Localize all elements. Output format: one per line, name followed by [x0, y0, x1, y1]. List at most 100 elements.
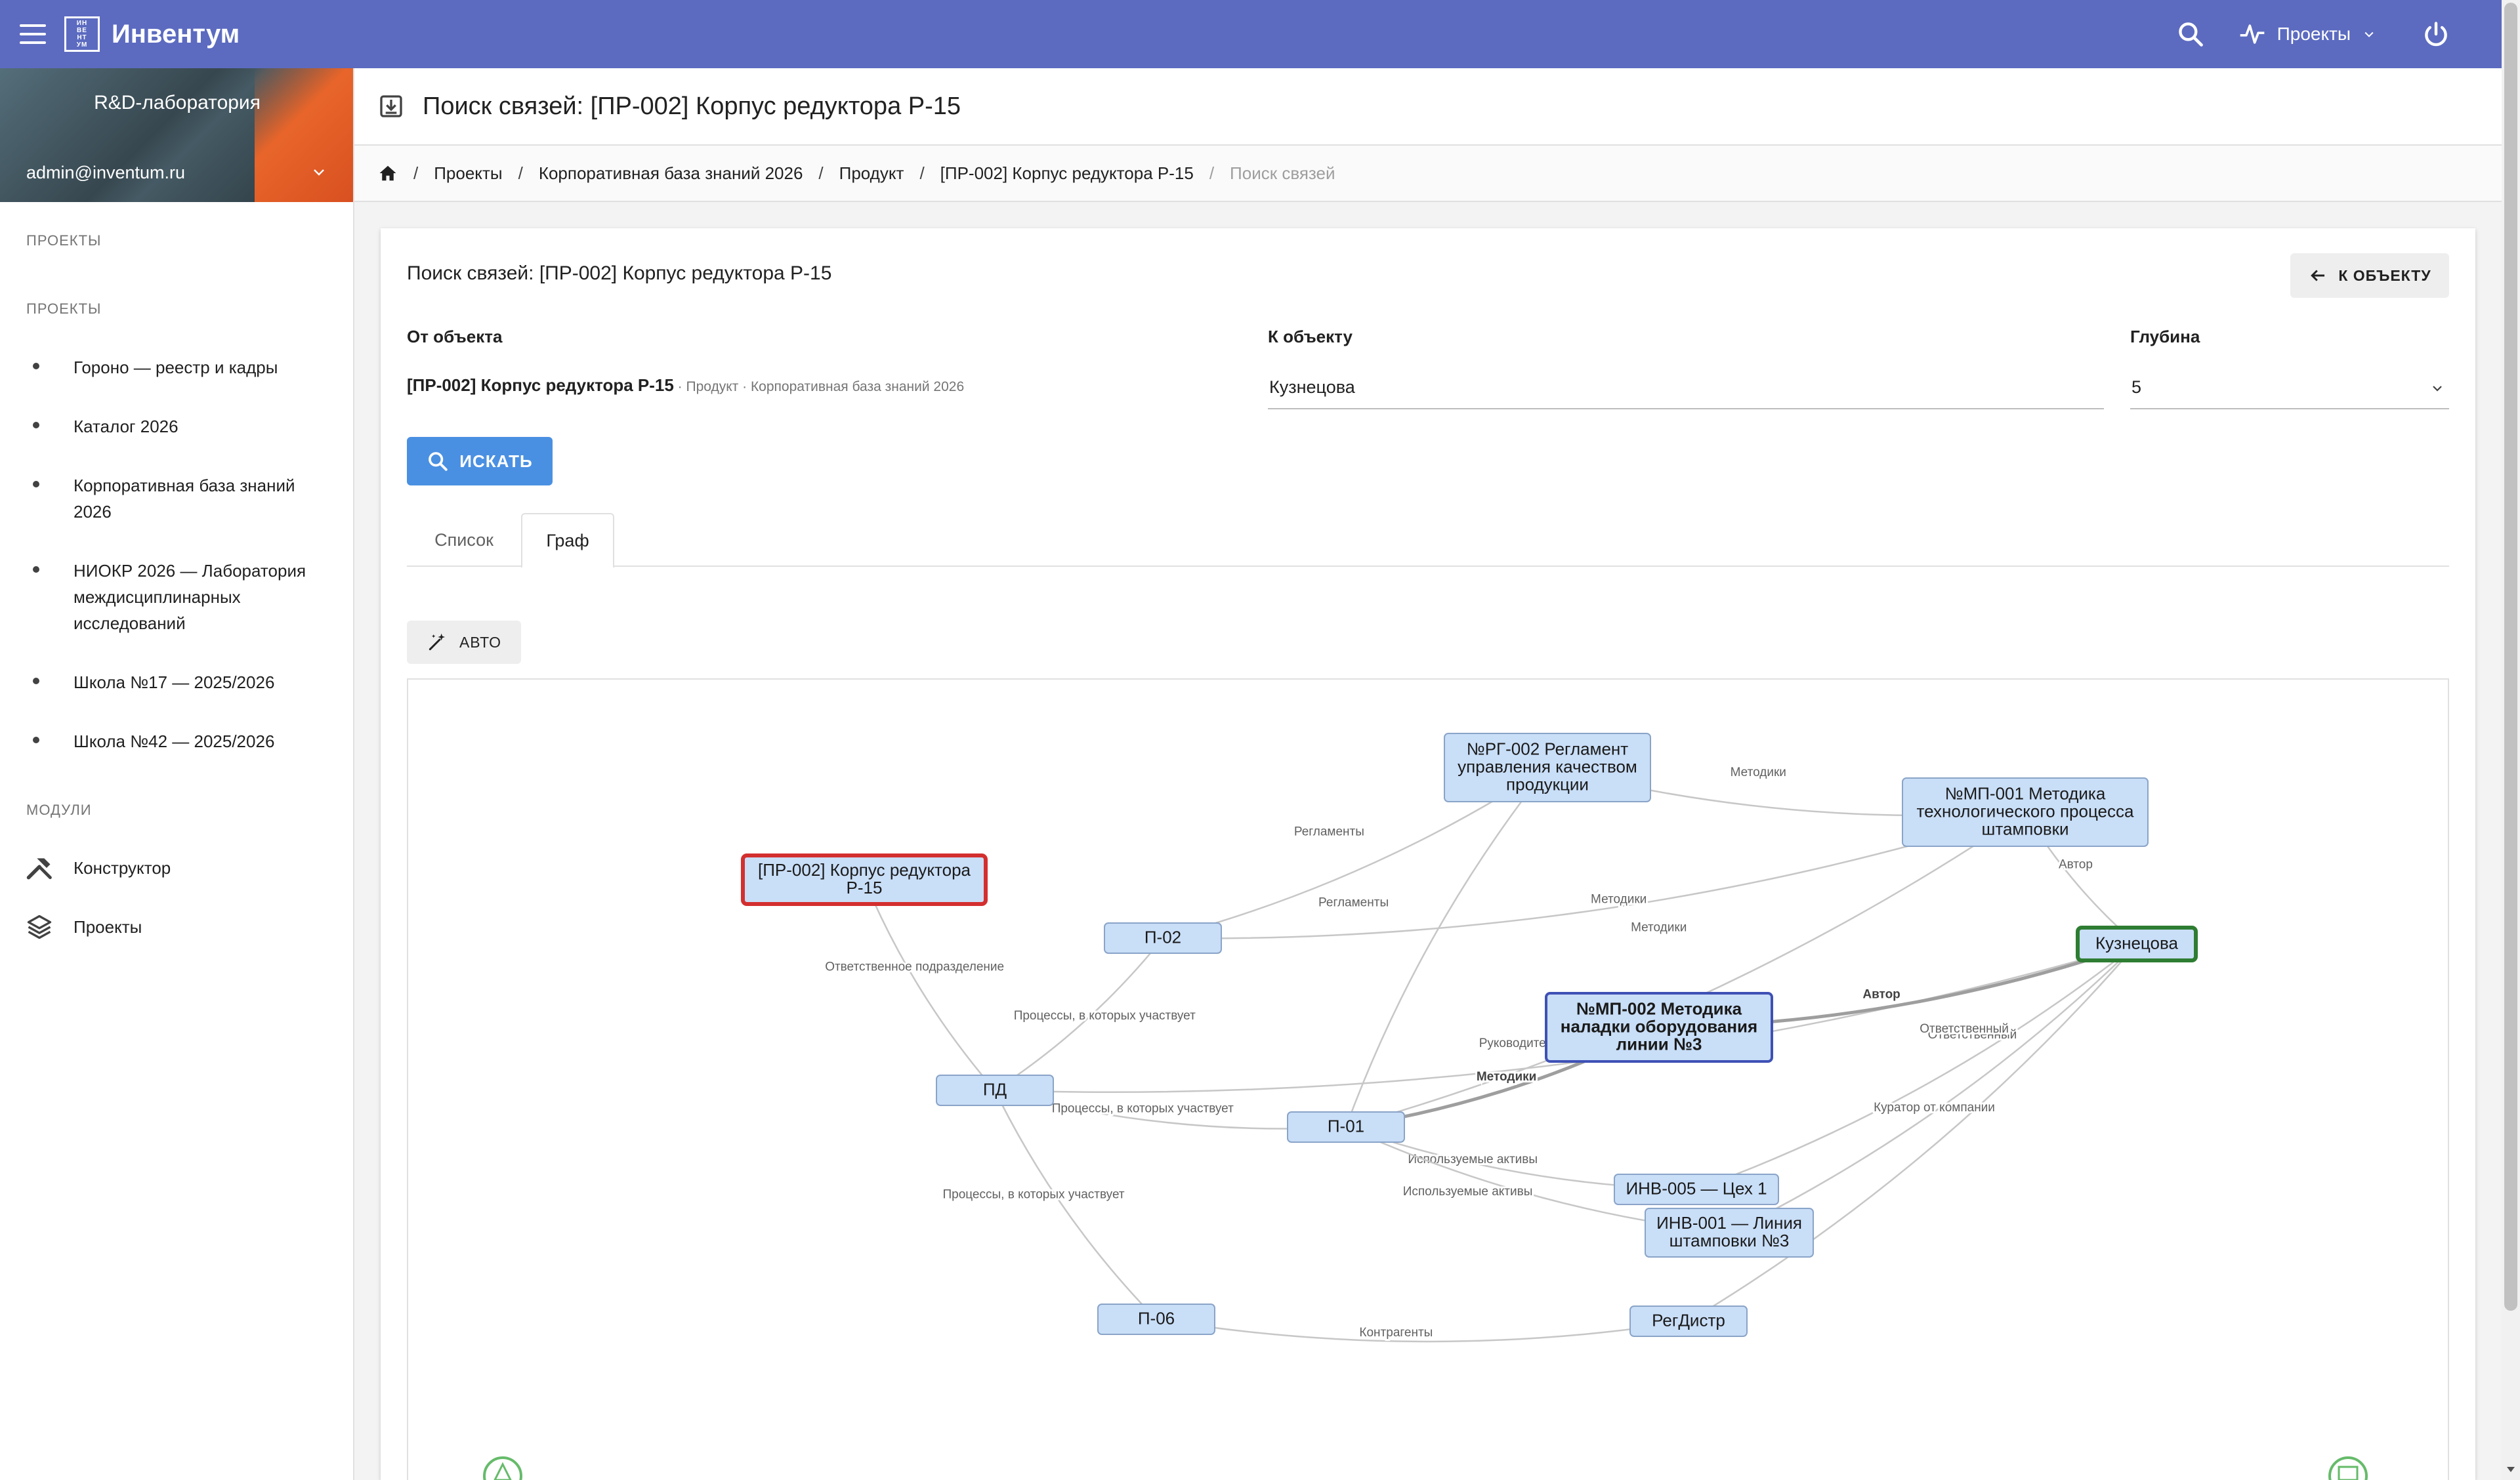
section-title-projects: ПРОЕКТЫ	[26, 232, 102, 249]
graph-node-label: ИНВ-001 — Линия	[1656, 1213, 1802, 1233]
bullet-icon	[33, 422, 39, 428]
graph-canvas[interactable]: Ответственное подразделение Процессы, в к…	[407, 678, 2449, 1480]
graph-node-p06[interactable]: П-06	[1097, 1304, 1215, 1335]
breadcrumb-link[interactable]: Корпоративная база знаний 2026	[539, 163, 803, 184]
from-object-meta: · Продукт · Корпоративная база знаний 20…	[673, 379, 965, 394]
tab-graph[interactable]: Граф	[521, 513, 614, 568]
graph-edge-label: Автор	[1862, 988, 1900, 1002]
graph-edge-label: Методики	[1477, 1070, 1536, 1084]
app-logo: ИН ВЕ НТ УМ	[64, 16, 100, 52]
graph-edge	[1729, 943, 2137, 1234]
graph-edge	[1345, 811, 2026, 1128]
bullet-icon	[33, 678, 39, 684]
chevron-down-icon[interactable]	[311, 164, 327, 180]
graph-edge-label: Используемые активы	[1408, 1153, 1538, 1166]
projects-menu-button[interactable]: Проекты	[2238, 20, 2376, 49]
back-to-object-button[interactable]: К ОБЪЕКТУ	[2290, 253, 2449, 298]
chevron-down-icon	[2433, 386, 2442, 392]
breadcrumb-link[interactable]: Проекты	[434, 163, 502, 184]
from-object-label: От объекта	[407, 327, 503, 346]
sidebar: R&D-лаборатория admin@inventum.ru ПРОЕКТ…	[0, 68, 354, 1480]
graph-node-label: Р-15	[847, 878, 883, 897]
auto-layout-button[interactable]: АВТО	[407, 621, 521, 664]
graph-edge-label: Процессы, в которых участвует	[942, 1187, 1124, 1201]
section-title-modules: МОДУЛИ	[26, 802, 92, 818]
breadcrumb-link[interactable]: Продукт	[839, 163, 904, 184]
graph-node-label: ПД	[983, 1080, 1007, 1100]
graph-node-label: технологического процесса	[1917, 802, 2134, 821]
sidebar-module-label: Конструктор	[74, 857, 171, 878]
graph-edge-label: Процессы, в которых участвует	[1052, 1101, 1234, 1115]
graph-node-inv005[interactable]: ИНВ-005 — Цех 1	[1614, 1174, 1779, 1205]
graph-node-label: [ПР-002] Корпус редуктора	[758, 860, 971, 880]
activity-icon	[2240, 24, 2264, 44]
to-object-input[interactable]: Кузнецова	[1268, 366, 2104, 409]
search-icon	[429, 452, 448, 471]
user-email[interactable]: admin@inventum.ru	[26, 163, 185, 183]
organization-name: R&D-лаборатория	[94, 92, 261, 113]
search-icon[interactable]	[2176, 20, 2205, 49]
graph-node-rg002[interactable]: №РГ-002 Регламентуправления качествомпро…	[1444, 733, 1651, 802]
graph-edge-label: Автор	[2059, 857, 2093, 871]
bullet-icon	[33, 363, 39, 369]
back-button-label: К ОБЪЕКТУ	[2338, 266, 2431, 284]
graph-node-inv001[interactable]: ИНВ-001 — Линияштамповки №3	[1645, 1208, 1814, 1258]
graph-node-p02[interactable]: П-02	[1104, 922, 1222, 954]
graph-edge-label: Используемые активы	[1403, 1185, 1533, 1199]
graph-node-label: П-06	[1138, 1309, 1175, 1328]
from-object-value: [ПР-002] Корпус редуктора Р-15 · Продукт…	[407, 375, 964, 396]
graph-edge-label: Ответственный	[1920, 1022, 2009, 1036]
card-title: Поиск связей: [ПР-002] Корпус редуктора …	[407, 262, 832, 284]
graph-edge-label: Методики	[1591, 893, 1647, 907]
sidebar-module-projects[interactable]: Проекты	[0, 911, 354, 943]
home-icon[interactable]	[378, 163, 398, 183]
graph-edge	[1696, 943, 2137, 1191]
sidebar-header: R&D-лаборатория admin@inventum.ru	[0, 68, 353, 202]
graph-node-p01[interactable]: П-01	[1287, 1111, 1405, 1143]
graph-node-label: П-01	[1328, 1117, 1364, 1136]
depth-label: Глубина	[2130, 327, 2200, 346]
to-object-label: К объекту	[1268, 327, 1353, 346]
graph-edge-label: Методики	[1731, 766, 1786, 779]
graph-node-label: №РГ-002 Регламент	[1467, 739, 1628, 759]
graph-node-label: штамповки №3	[1670, 1231, 1790, 1250]
search-button-label: ИСКАТЬ	[459, 451, 533, 471]
magic-wand-icon	[429, 633, 445, 651]
graph-node-kuz[interactable]: Кузнецова	[2076, 926, 2198, 962]
scrollbar-thumb[interactable]	[2504, 3, 2517, 1311]
depth-select[interactable]: 5	[2130, 366, 2449, 409]
bullet-icon	[33, 737, 39, 743]
chevron-down-icon	[2364, 31, 2374, 37]
sidebar-project-label: Гороно — реестр и кадры	[74, 358, 278, 377]
download-box-icon	[380, 95, 402, 117]
graph-node-label: линии №3	[1616, 1035, 1702, 1054]
to-object-value: Кузнецова	[1269, 377, 1355, 397]
sidebar-project-label: Школа №17 — 2025/2026	[74, 672, 275, 692]
sidebar-module-constructor[interactable]: Конструктор	[0, 852, 354, 884]
search-button[interactable]: ИСКАТЬ	[407, 437, 553, 485]
top-app-bar: ИН ВЕ НТ УМ Инвентум Проекты	[0, 0, 2502, 68]
bullet-icon	[33, 566, 39, 573]
view-tabs: Список Граф	[407, 513, 2449, 568]
graph-edge-label: Куратор от компании	[1874, 1101, 1995, 1115]
menu-icon[interactable]	[20, 24, 46, 44]
graph-node-label: ИНВ-005 — Цех 1	[1626, 1179, 1767, 1199]
breadcrumb-link[interactable]: [ПР-002] Корпус редуктора Р-15	[940, 163, 1194, 184]
sidebar-module-label: Проекты	[74, 916, 142, 937]
graph-node-mp001[interactable]: №МП-001 Методикатехнологического процесс…	[1902, 777, 2149, 847]
graph-node-label: №МП-002 Методика	[1576, 999, 1742, 1019]
graph-edge-label: Контрагенты	[1359, 1326, 1433, 1340]
graph-node-label: штамповки	[1981, 819, 2068, 839]
power-icon[interactable]	[2422, 20, 2450, 49]
scroll-down-arrow-icon[interactable]	[2506, 1466, 2516, 1473]
breadcrumb-current: Поиск связей	[1230, 163, 1335, 183]
graph-node-start[interactable]: [ПР-002] Корпус редуктораР-15	[741, 853, 988, 906]
graph-node-mp002[interactable]: №МП-002 Методиканаладки оборудованиялини…	[1545, 992, 1773, 1063]
graph-node-label: продукции	[1506, 775, 1589, 794]
graph-edge	[863, 879, 996, 1091]
arrow-left-icon	[2311, 270, 2325, 281]
graph-node-regd[interactable]: РегДистр	[1629, 1305, 1748, 1337]
projects-menu-label: Проекты	[2277, 24, 2351, 44]
tab-list[interactable]: Список	[407, 513, 521, 567]
graph-node-pd[interactable]: ПД	[936, 1075, 1054, 1106]
